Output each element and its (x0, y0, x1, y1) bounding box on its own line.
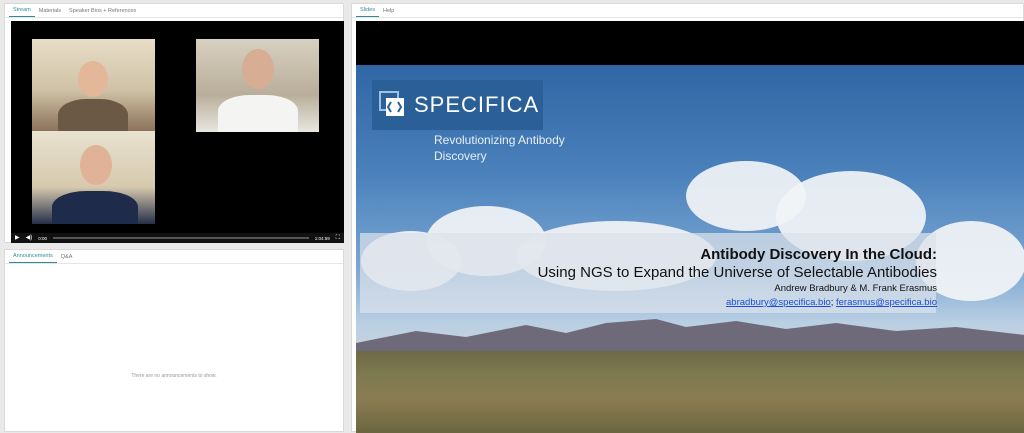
stream-panel: Stream Materials Speaker Bios + Referenc… (4, 3, 344, 243)
fullscreen-icon[interactable]: ⛶ (336, 234, 340, 242)
email-link-2[interactable]: ferasmus@specifica.bio (836, 297, 937, 308)
slides-tabs: Slides Help (352, 4, 1023, 18)
tab-qa[interactable]: Q&A (57, 254, 77, 263)
mountains-graphic (356, 319, 1024, 353)
volume-icon[interactable]: ◀) (26, 234, 33, 242)
tab-slides[interactable]: Slides (356, 7, 379, 17)
announcements-tabs: Announcements Q&A (5, 250, 343, 264)
desert-foreground (356, 351, 1024, 433)
stream-tabs: Stream Materials Speaker Bios + Referenc… (5, 4, 343, 18)
slide-subtitle: Using NGS to Expand the Universe of Sele… (537, 264, 937, 281)
logo-text: SPECIFICA (414, 92, 540, 117)
video-tile-speaker-1 (32, 39, 155, 132)
player-controls: ▶ ◀) 0:00 1:04:59 ⛶ (11, 233, 344, 243)
empty-announcements-message: There are no announcements to show. (131, 373, 217, 379)
video-tile-speaker-2 (196, 39, 319, 132)
tab-help[interactable]: Help (379, 8, 398, 17)
seek-bar[interactable] (53, 237, 309, 239)
slide-view: SPECIFICA Revolutionizing Antibody Disco… (356, 21, 1024, 433)
elapsed-time: 0:00 (38, 235, 48, 241)
slide-authors: Andrew Bradbury & M. Frank Erasmus (774, 283, 937, 294)
announcements-panel: Announcements Q&A There are no announcem… (4, 249, 344, 432)
tab-speaker-bios[interactable]: Speaker Bios + References (65, 8, 140, 17)
video-tile-speaker-3 (32, 131, 155, 224)
slide-tagline: Revolutionizing Antibody Discovery (434, 133, 565, 163)
video-player[interactable]: ▶ ◀) 0:00 1:04:59 ⛶ (11, 21, 344, 243)
tab-stream[interactable]: Stream (9, 7, 35, 17)
slide-title: Antibody Discovery In the Cloud: (700, 246, 937, 263)
specifica-logo: SPECIFICA (372, 80, 543, 130)
email-separator: ; (830, 297, 834, 308)
play-icon[interactable]: ▶ (15, 234, 20, 242)
slides-panel: Slides Help SPECIFICA Revolutionizing An… (351, 3, 1024, 433)
slide-emails: abradbury@specifica.bio; ferasmus@specif… (726, 297, 937, 308)
tab-materials[interactable]: Materials (35, 8, 65, 17)
email-link-1[interactable]: abradbury@specifica.bio (726, 297, 831, 308)
specifica-logo-icon (379, 91, 404, 116)
tab-announcements[interactable]: Announcements (9, 253, 57, 263)
duration-time: 1:04:59 (314, 235, 330, 241)
